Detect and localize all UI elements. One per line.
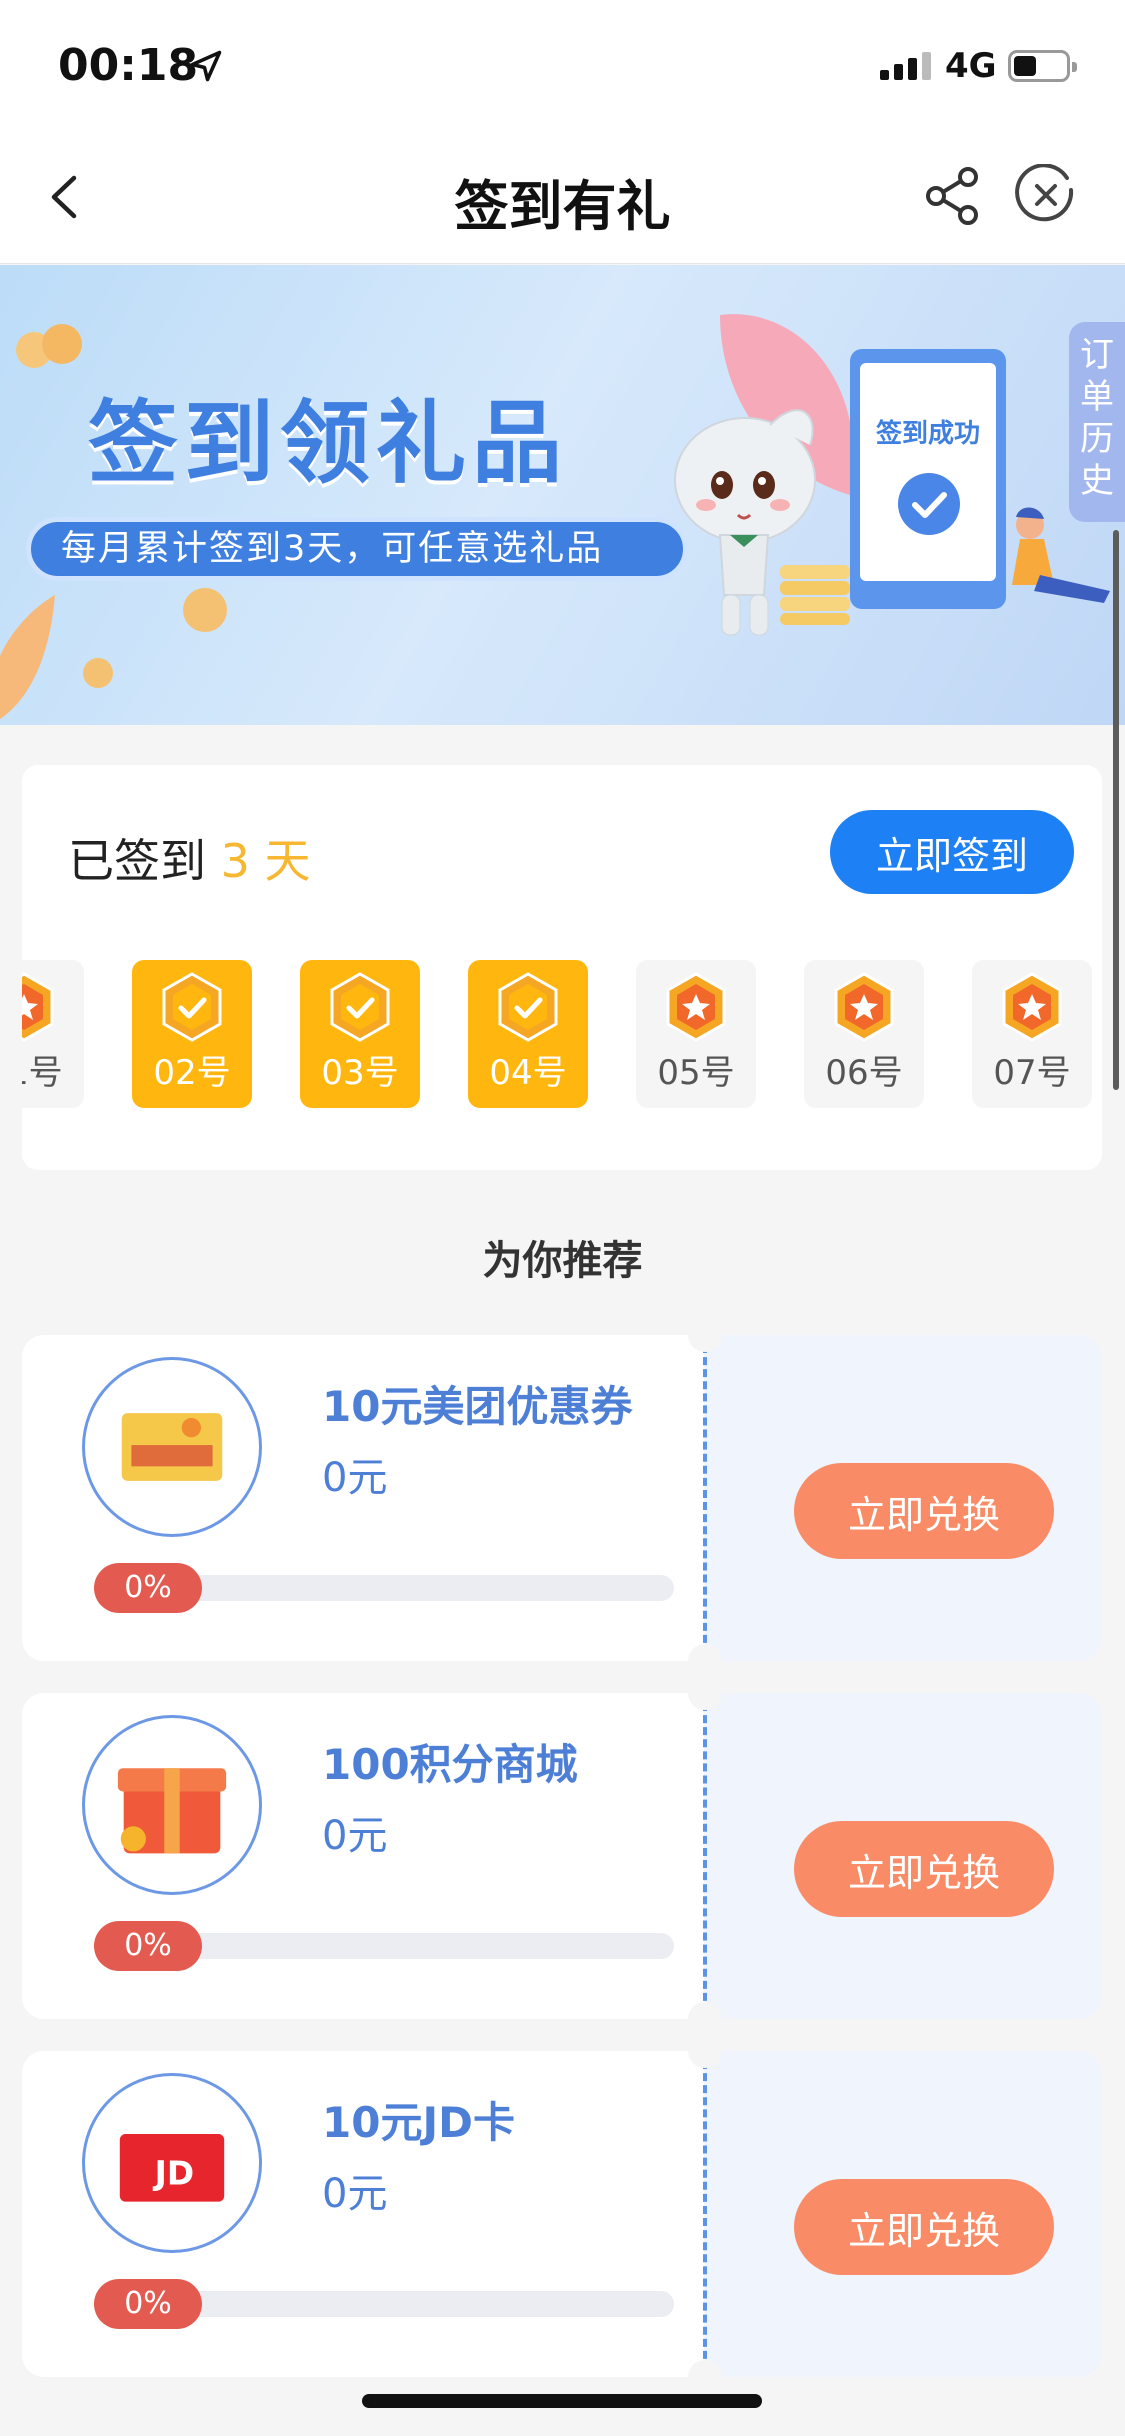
- share-icon[interactable]: [922, 164, 986, 228]
- banner-subtitle: 每月累计签到3天，可任意选礼品: [26, 517, 688, 581]
- star-badge-icon: [834, 972, 894, 1042]
- reward-card: JD 10元JD卡 0元 0% 立即兑换: [22, 2051, 1102, 2377]
- day-label: 03号: [321, 1053, 399, 1093]
- banner-title: 签到领礼品: [88, 391, 568, 496]
- day-label: 05号: [657, 1053, 735, 1093]
- day-item[interactable]: 05号: [636, 960, 756, 1108]
- scrollbar[interactable]: [1113, 530, 1119, 1090]
- reward-image: [82, 1357, 262, 1537]
- redeem-button[interactable]: 立即兑换: [794, 2179, 1054, 2275]
- close-circle-icon[interactable]: [1015, 164, 1077, 226]
- day-label: 06号: [825, 1053, 903, 1093]
- coin-icon: [183, 588, 227, 632]
- signed-days-text: 已签到 3 天: [68, 825, 311, 891]
- day-item[interactable]: 06号: [804, 960, 924, 1108]
- recommend-title: 为你推荐: [482, 1238, 643, 1284]
- signin-card: 已签到 3 天 立即签到 01号 02号 03号 04号 05号 06号 07号: [22, 765, 1102, 1170]
- network-label: 4G: [945, 46, 997, 86]
- phone-illustration: 签到成功: [850, 349, 1006, 609]
- nav-bar: 签到有礼: [0, 132, 1125, 264]
- day-item[interactable]: 01号: [22, 960, 84, 1108]
- reward-price: 0元: [322, 1455, 388, 1501]
- day-item[interactable]: 04号: [468, 960, 588, 1108]
- meituan-coupon-icon: [121, 1413, 223, 1481]
- day-item[interactable]: 07号: [972, 960, 1092, 1108]
- redeem-button[interactable]: 立即兑换: [794, 1821, 1054, 1917]
- reward-card: 100积分商城 0元 0% 立即兑换: [22, 1693, 1102, 2019]
- gift-box-icon: [117, 1768, 227, 1854]
- battery-icon: [1008, 50, 1077, 82]
- coin-icon: [83, 658, 113, 688]
- signed-badge-icon: [162, 972, 222, 1042]
- reward-name: 10元美团优惠券: [322, 1382, 633, 1431]
- day-item[interactable]: 02号: [132, 960, 252, 1108]
- day-label: 01号: [22, 1053, 63, 1093]
- day-item[interactable]: 03号: [300, 960, 420, 1108]
- jd-card-icon: JD: [119, 2134, 225, 2202]
- reward-price: 0元: [322, 1813, 388, 1859]
- progress-label: 0%: [94, 1921, 202, 1971]
- reward-card: 10元美团优惠券 0元 0% 立即兑换: [22, 1335, 1102, 1661]
- signed-label: 已签到: [68, 834, 206, 888]
- coin-icon: [16, 324, 82, 368]
- leaf-decoration-icon: [0, 595, 55, 720]
- divider: [703, 1703, 707, 2013]
- star-badge-icon: [666, 972, 726, 1042]
- svg-text:JD: JD: [153, 2153, 195, 2192]
- divider: [703, 2061, 707, 2371]
- signal-icon: [880, 52, 931, 80]
- reward-image: [82, 1715, 262, 1895]
- star-badge-icon: [1002, 972, 1062, 1042]
- signed-badge-icon: [498, 972, 558, 1042]
- phone-signin-text: 签到成功: [875, 419, 980, 449]
- order-history-tab[interactable]: 订单历史: [1069, 322, 1125, 522]
- star-badge-icon: [22, 972, 54, 1042]
- promo-banner: 签到领礼品 每月累计签到3天，可任意选礼品 签到成功: [0, 265, 1125, 725]
- day-label: 04号: [489, 1053, 567, 1093]
- redeem-button[interactable]: 立即兑换: [794, 1463, 1054, 1559]
- signed-count: 3 天: [220, 834, 311, 888]
- status-bar: 00:18 4G: [0, 0, 1125, 132]
- reward-price: 0元: [322, 2171, 388, 2217]
- location-arrow-icon: [190, 50, 222, 82]
- checkmark-icon: [898, 473, 960, 535]
- signed-badge-icon: [330, 972, 390, 1042]
- progress-label: 0%: [94, 1563, 202, 1613]
- reward-name: 100积分商城: [322, 1740, 578, 1789]
- home-indicator[interactable]: [362, 2394, 762, 2408]
- signin-button[interactable]: 立即签到: [830, 810, 1074, 894]
- day-label: 02号: [153, 1053, 231, 1093]
- day-strip[interactable]: 01号 02号 03号 04号 05号 06号 07号: [22, 960, 1102, 1108]
- day-label: 07号: [993, 1053, 1071, 1093]
- reward-name: 10元JD卡: [322, 2098, 515, 2147]
- reward-image: JD: [82, 2073, 262, 2253]
- divider: [703, 1345, 707, 1655]
- status-time: 00:18: [58, 40, 199, 91]
- coin-stack-icon: [780, 565, 850, 625]
- progress-label: 0%: [94, 2279, 202, 2329]
